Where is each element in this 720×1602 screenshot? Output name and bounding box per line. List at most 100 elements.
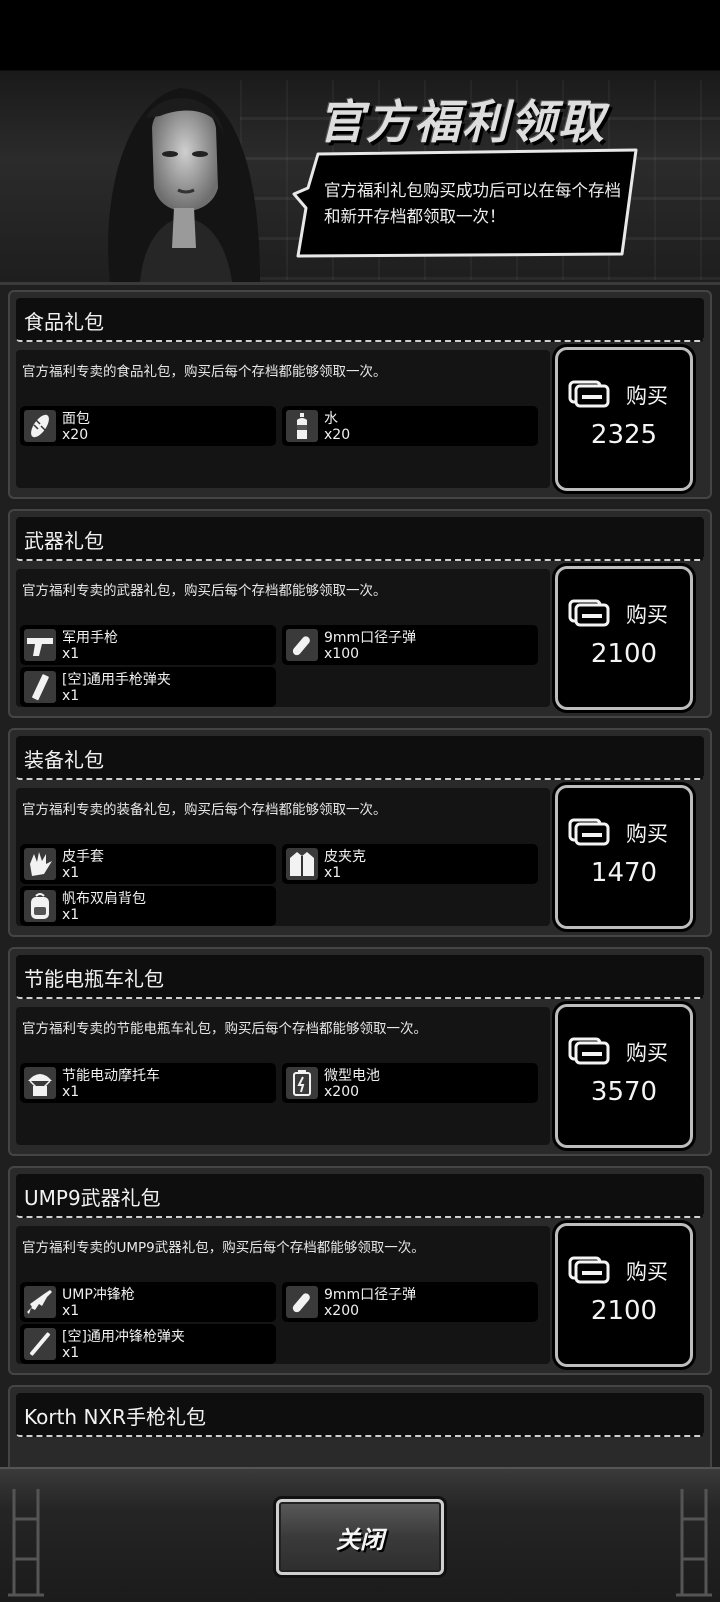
pack-description: 官方福利专卖的武器礼包，购买后每个存档都能够领取一次。 [22, 583, 387, 599]
item-name: 9mm口径子弹 [324, 1287, 417, 1303]
item-name: [空]通用冲锋枪弹夹 [62, 1329, 185, 1345]
item-quantity: x20 [62, 427, 89, 443]
pack-title: 武器礼包 [24, 529, 104, 553]
page-title: 官方福利领取 [318, 95, 606, 149]
notice-text: 官方福利礼包购买成功后可以在每个存档和新开存档都领取一次！ [324, 181, 621, 226]
reward-item: 帆布双肩背包 x1 [20, 886, 276, 926]
scooter-airdrop-icon [24, 1067, 56, 1099]
buy-button[interactable]: 购买 2100 [555, 566, 693, 710]
item-name: 皮夹克 [324, 849, 366, 865]
gift-pack-equipment: 装备礼包 官方福利专卖的装备礼包，购买后每个存档都能够领取一次。 皮手套 x1 … [8, 728, 712, 937]
bullet-icon [286, 1286, 318, 1318]
pistol-icon [24, 629, 56, 661]
pack-title: Korth NXR手枪礼包 [24, 1405, 207, 1429]
pack-details: 官方福利专卖的武器礼包，购买后每个存档都能够领取一次。 军用手枪 x1 9mm口… [16, 569, 550, 707]
item-name: 军用手枪 [62, 630, 118, 646]
pack-title-bar: 食品礼包 [16, 298, 704, 342]
item-name: 微型电池 [324, 1068, 380, 1084]
buy-label: 购买 [626, 822, 668, 846]
pack-details: 官方福利专卖的食品礼包，购买后每个存档都能够领取一次。 面包 x20 水 x20 [16, 350, 550, 488]
pack-title-bar: 节能电瓶车礼包 [16, 955, 704, 999]
pack-description: 官方福利专卖的UMP9武器礼包，购买后每个存档都能够领取一次。 [22, 1240, 425, 1256]
pack-title: 装备礼包 [24, 748, 104, 772]
gift-pack-weapon: 武器礼包 官方福利专卖的武器礼包，购买后每个存档都能够领取一次。 军用手枪 x1… [8, 509, 712, 718]
gift-pack-scooter: 节能电瓶车礼包 官方福利专卖的节能电瓶车礼包，购买后每个存档都能够领取一次。 节… [8, 947, 712, 1156]
reward-item: 军用手枪 x1 [20, 625, 276, 665]
jacket-icon [286, 848, 318, 880]
item-quantity: x200 [324, 1303, 360, 1319]
payment-card-icon [568, 818, 610, 846]
pack-title-bar: 装备礼包 [16, 736, 704, 780]
price: 2325 [590, 420, 658, 450]
item-quantity: x1 [62, 907, 80, 923]
gift-pack-korth-nxr: Korth NXR手枪礼包 [8, 1385, 712, 1470]
payment-card-icon [568, 1037, 610, 1065]
bread-icon [24, 410, 56, 442]
pack-title-bar: 武器礼包 [16, 517, 704, 561]
item-quantity: x1 [62, 646, 80, 662]
reward-item: 9mm口径子弹 x100 [282, 625, 538, 665]
price: 2100 [590, 639, 658, 669]
smg-icon [24, 1286, 56, 1318]
item-quantity: x100 [324, 646, 360, 662]
shelf-rack-decoration [676, 1489, 712, 1597]
water-bottle-icon [286, 410, 318, 442]
buy-label: 购买 [626, 1260, 668, 1284]
item-quantity: x1 [62, 865, 80, 881]
item-quantity: x1 [62, 1084, 80, 1100]
pack-description: 官方福利专卖的节能电瓶车礼包，购买后每个存档都能够领取一次。 [22, 1021, 427, 1037]
item-name: UMP冲锋枪 [62, 1287, 135, 1303]
reward-item: 水 x20 [282, 406, 538, 446]
item-name: 帆布双肩背包 [62, 891, 146, 907]
item-name: 皮手套 [62, 849, 104, 865]
buy-label: 购买 [626, 1041, 668, 1065]
item-quantity: x20 [324, 427, 351, 443]
pack-description: 官方福利专卖的装备礼包，购买后每个存档都能够领取一次。 [22, 802, 387, 818]
buy-label: 购买 [626, 384, 668, 408]
header-banner: 官方福利领取 官方福利礼包购买成功后可以在每个存档和新开存档都领取一次！ [0, 0, 720, 282]
gift-pack-food: 食品礼包 官方福利专卖的食品礼包，购买后每个存档都能够领取一次。 面包 x20 … [8, 290, 712, 499]
pack-title-bar: Korth NXR手枪礼包 [16, 1393, 704, 1437]
buy-button[interactable]: 购买 2100 [555, 1223, 693, 1367]
bullet-icon [286, 629, 318, 661]
item-quantity: x200 [324, 1084, 360, 1100]
item-quantity: x1 [324, 865, 342, 881]
pack-details: 官方福利专卖的节能电瓶车礼包，购买后每个存档都能够领取一次。 节能电动摩托车 x… [16, 1007, 550, 1145]
payment-card-icon [568, 599, 610, 627]
magazine-icon [24, 671, 56, 703]
item-quantity: x1 [62, 1303, 80, 1319]
footer-bar: 关闭 [0, 1467, 720, 1602]
item-name: 节能电动摩托车 [62, 1068, 160, 1084]
payment-card-icon [568, 1256, 610, 1284]
pack-title-bar: UMP9武器礼包 [16, 1174, 704, 1218]
pack-details: 官方福利专卖的装备礼包，购买后每个存档都能够领取一次。 皮手套 x1 皮夹克 x… [16, 788, 550, 926]
glove-icon [24, 848, 56, 880]
close-button-label: 关闭 [336, 1526, 384, 1554]
notice-bubble: 官方福利礼包购买成功后可以在每个存档和新开存档都领取一次！ [292, 148, 644, 260]
reward-item: 节能电动摩托车 x1 [20, 1063, 276, 1103]
item-quantity: x1 [62, 688, 80, 704]
reward-item: UMP冲锋枪 x1 [20, 1282, 276, 1322]
item-name: 面包 [62, 411, 90, 427]
buy-button[interactable]: 购买 3570 [555, 1004, 693, 1148]
gift-pack-ump9: UMP9武器礼包 官方福利专卖的UMP9武器礼包，购买后每个存档都能够领取一次。… [8, 1166, 712, 1375]
item-name: [空]通用手枪弹夹 [62, 672, 171, 688]
reward-item: 9mm口径子弹 x200 [282, 1282, 538, 1322]
pack-description: 官方福利专卖的食品礼包，购买后每个存档都能够领取一次。 [22, 364, 387, 380]
close-button[interactable]: 关闭 [276, 1499, 444, 1575]
pack-title: 食品礼包 [24, 310, 104, 334]
pack-title: UMP9武器礼包 [24, 1186, 161, 1210]
buy-label: 购买 [626, 603, 668, 627]
character-portrait [108, 88, 260, 282]
payment-card-icon [568, 380, 610, 408]
battery-icon [286, 1067, 318, 1099]
reward-item: [空]通用手枪弹夹 x1 [20, 667, 276, 707]
item-quantity: x1 [62, 1345, 80, 1361]
reward-item: [空]通用冲锋枪弹夹 x1 [20, 1324, 276, 1364]
buy-button[interactable]: 购买 2325 [555, 347, 693, 491]
price: 2100 [590, 1296, 658, 1326]
pack-title: 节能电瓶车礼包 [24, 967, 164, 991]
buy-button[interactable]: 购买 1470 [555, 785, 693, 929]
gift-pack-list[interactable]: 食品礼包 官方福利专卖的食品礼包，购买后每个存档都能够领取一次。 面包 x20 … [0, 282, 720, 1470]
shelf-rack-decoration [8, 1489, 44, 1597]
